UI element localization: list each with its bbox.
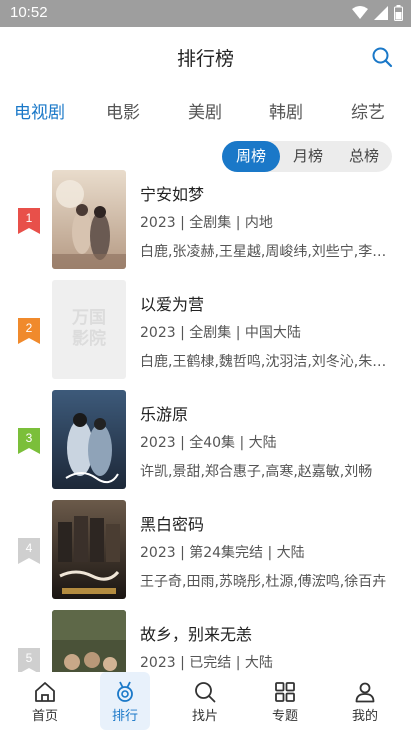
category-tabs: 电视剧 电影 美剧 韩剧 综艺 (0, 98, 411, 130)
nav-ranking[interactable]: 排行 (100, 672, 150, 730)
item-meta: 2023 | 已完结 | 大陆 (140, 655, 273, 671)
tab-tv-series[interactable]: 电视剧 (14, 98, 65, 123)
nav-discover[interactable]: 找片 (180, 672, 230, 730)
search-icon (195, 682, 216, 703)
period-weekly[interactable]: 周榜 (222, 141, 280, 172)
nav-ranking-label: 排行 (111, 709, 138, 724)
nav-topics-label: 专题 (271, 709, 298, 724)
item-meta: 2023 | 全剧集 | 内地 (140, 215, 273, 231)
item-meta: 2023 | 全剧集 | 中国大陆 (140, 325, 301, 341)
page-title: 排行榜 (176, 48, 234, 70)
ranking-list: 1 宁安如梦 2023 | 全剧集 | 内地 白鹿,张凌赫,王星越,周峻纬,刘些… (0, 170, 411, 672)
bottom-navigation: 首页 排行 找片 专题 我的 (0, 672, 411, 730)
poster-placeholder: 万国影院 (52, 280, 126, 379)
item-title: 乐游原 (140, 405, 189, 424)
poster-image (52, 610, 126, 672)
app-header: 排行榜 (0, 27, 411, 85)
item-cast: 白鹿,王鹤棣,魏哲鸣,沈羽洁,刘冬沁,朱赞锦 (140, 354, 395, 370)
tab-korean-series[interactable]: 韩剧 (269, 98, 303, 123)
battery-icon (394, 5, 403, 21)
period-switch: 周榜 月榜 总榜 (222, 141, 392, 172)
item-meta: 2023 | 全40集 | 大陆 (140, 435, 277, 451)
nav-topics[interactable]: 专题 (260, 672, 310, 730)
grid-icon (275, 682, 295, 702)
wifi-icon (352, 6, 368, 19)
poster-placeholder-logo: 万国影院 (72, 308, 106, 349)
item-title: 黑白密码 (140, 515, 205, 534)
list-item[interactable]: 1 宁安如梦 2023 | 全剧集 | 内地 白鹿,张凌赫,王星越,周峻纬,刘些… (0, 170, 411, 270)
status-bar: 10:52 (0, 0, 411, 27)
item-meta: 2023 | 第24集完结 | 大陆 (140, 545, 305, 561)
tab-us-series[interactable]: 美剧 (188, 98, 222, 123)
item-title: 宁安如梦 (140, 185, 205, 204)
tab-variety[interactable]: 综艺 (351, 98, 385, 123)
tab-movies[interactable]: 电影 (106, 98, 140, 123)
item-title: 故乡，别来无恙 (140, 625, 253, 644)
rank-badge: 2 (18, 318, 40, 344)
nav-home[interactable]: 首页 (20, 672, 70, 730)
item-cast: 许凯,景甜,郑合惠子,高寒,赵嘉敏,刘畅 (140, 464, 373, 480)
search-icon[interactable] (371, 46, 393, 68)
signal-icon (374, 6, 388, 20)
home-icon (35, 682, 55, 702)
item-cast: 王子奇,田雨,苏晓彤,杜源,傅浤鸣,徐百卉 (140, 574, 387, 590)
poster-image (52, 390, 126, 489)
poster-image (52, 170, 126, 269)
nav-discover-label: 找片 (191, 709, 218, 724)
poster-image (52, 500, 126, 599)
medal-icon (117, 681, 133, 702)
rank-badge: 5 (18, 648, 40, 672)
nav-profile[interactable]: 我的 (340, 672, 390, 730)
list-item[interactable]: 4 黑白密码 2023 | 第24集完结 | 大陆 王子奇,田雨,苏晓彤,杜源,… (0, 500, 411, 600)
list-item[interactable]: 3 乐游原 2023 | 全40集 | 大陆 许凯,景甜,郑合惠子,高寒,赵嘉敏… (0, 390, 411, 490)
status-time: 10:52 (10, 4, 48, 21)
period-monthly[interactable]: 月榜 (280, 141, 336, 172)
nav-profile-label: 我的 (351, 709, 378, 724)
list-item[interactable]: 5 故乡，别来无恙 2023 | 已完结 | 大陆 (0, 610, 411, 672)
item-cast: 白鹿,张凌赫,王星越,周峻纬,刘些宁,李沐宸 (140, 244, 395, 260)
item-title: 以爱为营 (140, 295, 205, 314)
nav-home-label: 首页 (31, 709, 58, 724)
user-icon (355, 682, 375, 703)
status-icons (352, 5, 403, 21)
rank-badge: 1 (18, 208, 40, 234)
rank-badge: 4 (18, 538, 40, 564)
period-all-time[interactable]: 总榜 (336, 141, 392, 172)
list-item[interactable]: 2 万国影院 以爱为营 2023 | 全剧集 | 中国大陆 白鹿,王鹤棣,魏哲鸣… (0, 280, 411, 380)
rank-badge: 3 (18, 428, 40, 454)
